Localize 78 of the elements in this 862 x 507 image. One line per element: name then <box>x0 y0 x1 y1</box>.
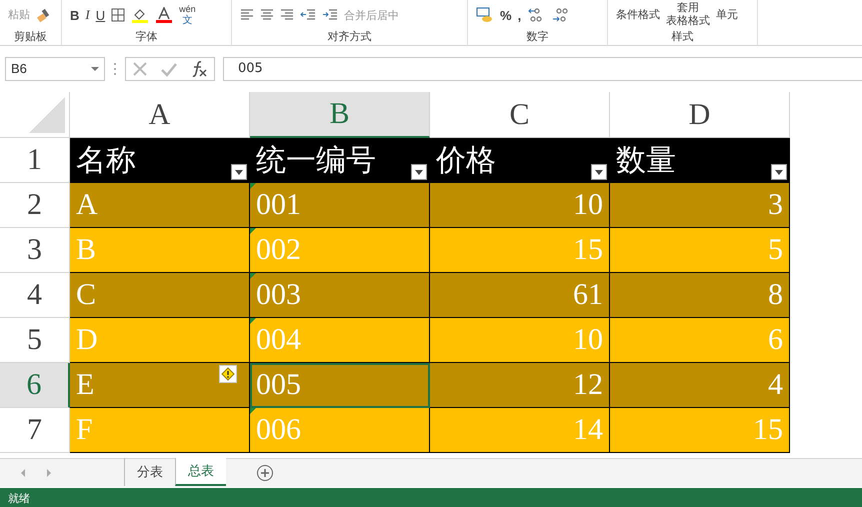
phonetic-button[interactable]: wén 文 <box>179 4 196 26</box>
scroll-right-icon <box>44 468 54 478</box>
column-header[interactable]: A <box>70 92 250 138</box>
fill-color-icon <box>131 7 150 23</box>
table-cell: 3 <box>610 183 790 228</box>
underline-button[interactable]: U <box>96 8 106 22</box>
row-header[interactable]: 7 <box>0 408 70 453</box>
group-label: 对齐方式 <box>326 30 372 44</box>
table-cell: F <box>70 408 250 453</box>
more-options-icon <box>113 62 117 76</box>
header-cell: 统一编号 <box>250 138 430 183</box>
table-cell: C <box>70 273 250 318</box>
table-cell: 003 <box>250 273 430 318</box>
italic-button[interactable]: I <box>85 7 90 23</box>
increase-indent-icon <box>322 9 338 21</box>
row-header[interactable]: 6 <box>0 363 70 408</box>
header-cell: 价格 <box>430 138 610 183</box>
table-cell: 002 <box>250 228 430 273</box>
table-cell: E <box>70 363 250 408</box>
table-cell: A <box>70 183 250 228</box>
filter-button[interactable] <box>591 164 607 180</box>
column-header[interactable]: C <box>430 92 610 138</box>
row-header[interactable]: 3 <box>0 228 70 273</box>
number-format-button[interactable]: , <box>518 8 522 22</box>
column-header[interactable]: B <box>250 92 430 138</box>
row-header[interactable]: 2 <box>0 183 70 228</box>
cancel-icon <box>132 60 148 76</box>
row-header[interactable]: 5 <box>0 318 70 363</box>
table-cell: 10 <box>430 183 610 228</box>
table-cell: 15 <box>430 228 610 273</box>
header-cell: 名称 <box>70 138 250 183</box>
table-cell: 005 <box>250 363 430 408</box>
table-cell: 001 <box>250 183 430 228</box>
row-header[interactable]: 4 <box>0 273 70 318</box>
borders-icon <box>111 8 126 22</box>
style-button[interactable]: 条件格式 <box>616 8 660 22</box>
group-label: 字体 <box>134 30 158 44</box>
table-cell: 14 <box>430 408 610 453</box>
money-icon <box>476 7 494 23</box>
table-cell: 006 <box>250 408 430 453</box>
sheet-tab[interactable]: 总表 <box>175 458 226 486</box>
table-cell: 8 <box>610 273 790 318</box>
column-header[interactable]: D <box>610 92 790 138</box>
style-button[interactable]: 套用 表格格式 <box>666 2 710 28</box>
table-cell: 6 <box>610 318 790 363</box>
table-cell: 5 <box>610 228 790 273</box>
group-label: 样式 <box>670 30 694 44</box>
filter-button[interactable] <box>411 164 427 180</box>
number-format-button[interactable]: % <box>500 8 512 22</box>
filter-button[interactable] <box>771 164 787 180</box>
select-all-icon <box>29 97 65 133</box>
align-left-icon <box>240 9 254 21</box>
table-cell: 004 <box>250 318 430 363</box>
group-label: 剪贴板 <box>13 30 48 44</box>
insert-function-icon <box>190 60 208 78</box>
row-header[interactable]: 1 <box>0 138 70 183</box>
table-cell: D <box>70 318 250 363</box>
group-label: 数字 <box>526 30 550 44</box>
font-color-icon <box>155 7 174 23</box>
filter-button[interactable] <box>231 164 247 180</box>
table-cell: 10 <box>430 318 610 363</box>
formula-field[interactable]: 005 <box>223 56 862 80</box>
status-text: 就绪 <box>8 490 30 506</box>
table-cell: 12 <box>430 363 610 408</box>
decrease-decimal-icon <box>551 7 570 23</box>
table-cell: B <box>70 228 250 273</box>
bold-button[interactable]: B <box>70 8 80 22</box>
align-right-icon <box>280 9 294 21</box>
style-button[interactable]: 单元 <box>716 8 738 22</box>
enter-check-icon <box>160 60 178 76</box>
table-cell: 15 <box>610 408 790 453</box>
header-cell: 数量 <box>610 138 790 183</box>
table-cell: 61 <box>430 273 610 318</box>
align-center-icon <box>260 9 274 21</box>
table-cell: 4 <box>610 363 790 408</box>
decrease-indent-icon <box>300 9 316 21</box>
add-sheet-icon <box>256 464 274 482</box>
name-box[interactable]: B6 <box>5 56 105 80</box>
